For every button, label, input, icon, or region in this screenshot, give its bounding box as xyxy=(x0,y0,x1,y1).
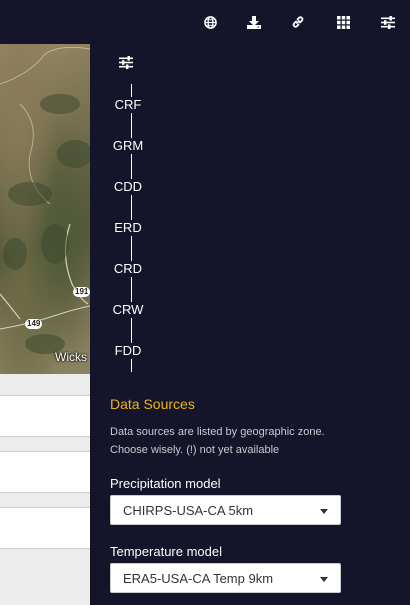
chevron-down-icon xyxy=(320,509,328,514)
section-description: Data sources are listed by geographic zo… xyxy=(110,426,325,456)
grid-icon[interactable] xyxy=(333,12,353,32)
index-item-crf[interactable]: CRF xyxy=(90,97,166,113)
index-item-grm[interactable]: GRM xyxy=(90,138,166,154)
index-item-erd[interactable]: ERD xyxy=(90,220,166,236)
left-panel xyxy=(0,374,90,605)
index-item-fdd[interactable]: FDD xyxy=(90,343,166,359)
index-item-crd[interactable]: CRD xyxy=(90,261,166,277)
precipitation-label: Precipitation model xyxy=(110,476,221,491)
settings-sidebar: CRF GRM CDD ERD CRD CRW FDD Data Sources… xyxy=(90,44,410,605)
place-label: Wicks xyxy=(55,350,87,364)
temperature-select[interactable]: ERA5-USA-CA Temp 9km xyxy=(110,563,341,593)
temperature-value: ERA5-USA-CA Temp 9km xyxy=(123,571,274,586)
chevron-down-icon xyxy=(320,577,328,582)
list-item[interactable] xyxy=(0,395,90,437)
list-item[interactable] xyxy=(0,451,90,493)
sliders-icon[interactable] xyxy=(119,56,137,72)
link-icon[interactable] xyxy=(288,12,308,32)
road-shield: 191 xyxy=(73,287,90,297)
download-icon[interactable] xyxy=(244,12,264,32)
temperature-label: Temperature model xyxy=(110,544,222,559)
road-shield: 149 xyxy=(25,319,43,329)
satellite-map[interactable]: 191 149 Wicks xyxy=(0,44,90,374)
precipitation-select[interactable]: CHIRPS-USA-CA 5km xyxy=(110,495,341,525)
index-item-crw[interactable]: CRW xyxy=(90,302,166,318)
list-item[interactable] xyxy=(0,507,90,549)
precipitation-value: CHIRPS-USA-CA 5km xyxy=(123,503,254,518)
globe-icon[interactable] xyxy=(200,12,220,32)
index-item-cdd[interactable]: CDD xyxy=(90,179,166,195)
section-title: Data Sources xyxy=(110,396,195,412)
top-toolbar xyxy=(0,0,410,44)
sliders-icon[interactable] xyxy=(378,12,398,32)
